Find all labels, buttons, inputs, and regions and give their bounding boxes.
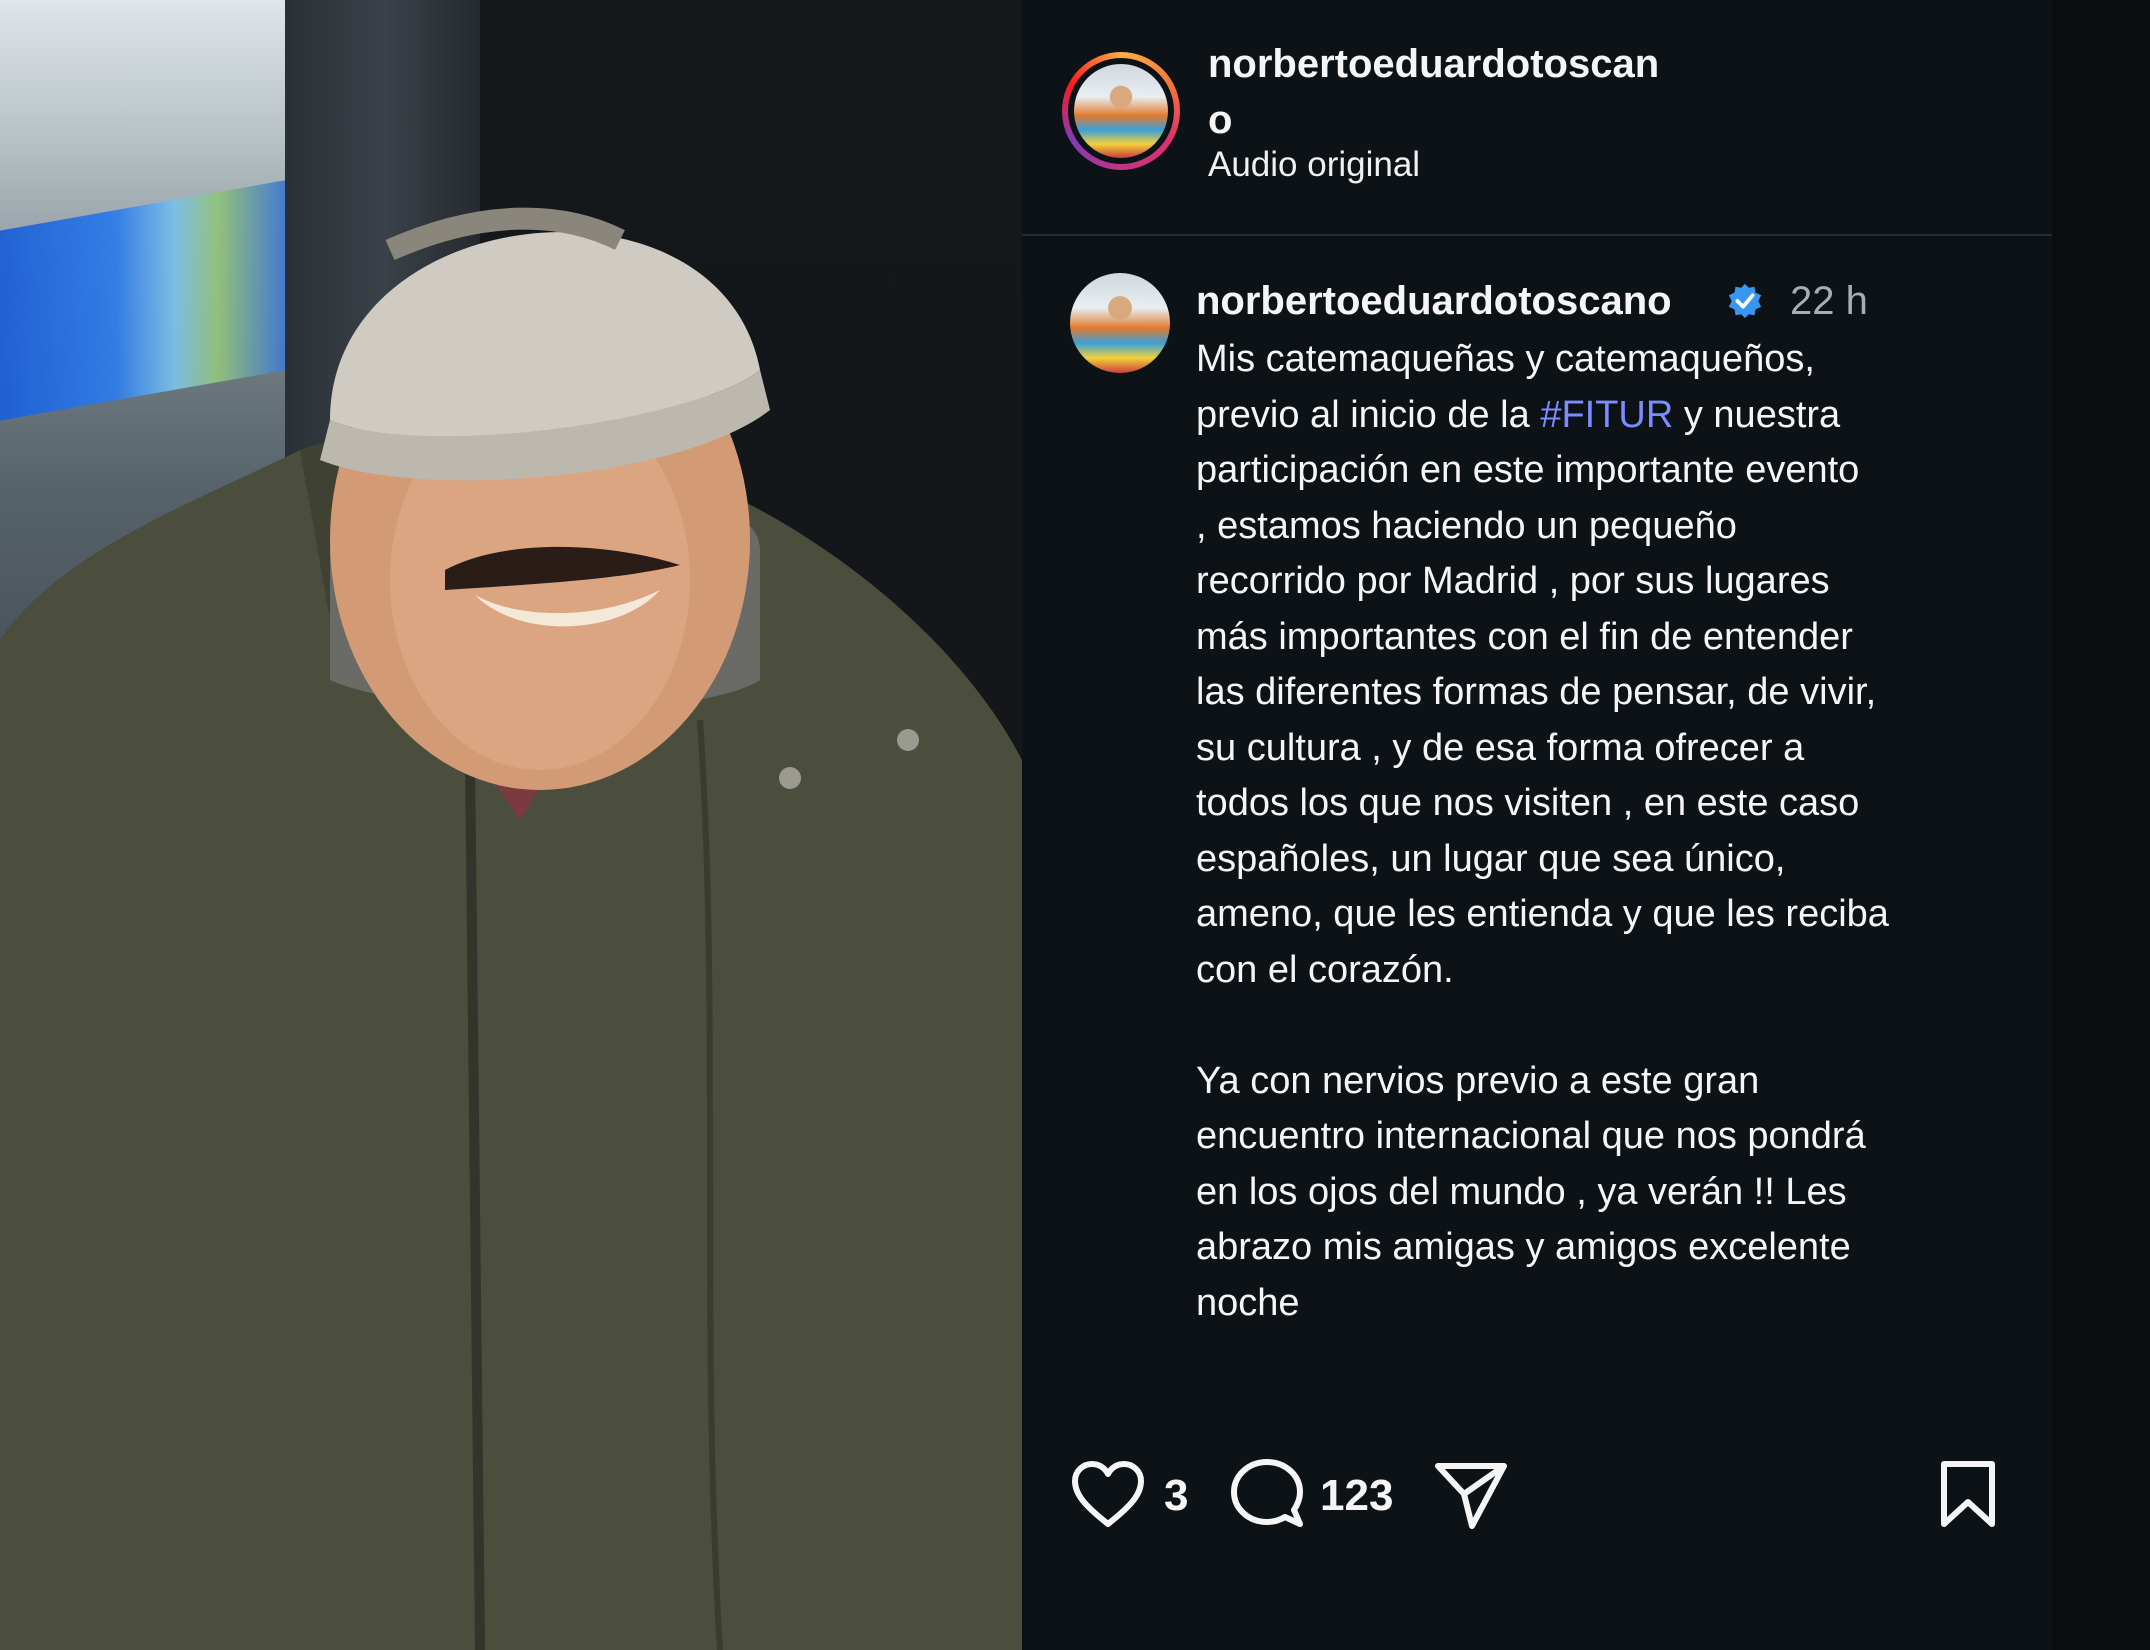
post-time: 22 h xyxy=(1790,279,1868,323)
hashtag-link[interactable]: #FITUR xyxy=(1540,394,1673,436)
comment-count[interactable]: 123 xyxy=(1320,1466,1393,1526)
share-icon[interactable] xyxy=(1434,1460,1508,1530)
comment-icon[interactable] xyxy=(1230,1458,1304,1532)
page-edge xyxy=(2052,0,2150,1650)
reel-video[interactable] xyxy=(0,0,1022,1650)
header-username[interactable]: norbertoeduardotoscan o xyxy=(1208,36,1728,148)
heart-icon[interactable] xyxy=(1070,1460,1146,1530)
avatar xyxy=(1074,64,1168,158)
caption-username[interactable]: norbertoeduardotoscano xyxy=(1196,276,1672,326)
caption-text: Mis catemaqueñas y catemaqueños, previo … xyxy=(1196,338,1889,1324)
divider xyxy=(1022,234,2052,236)
profile-avatar-story-ring[interactable] xyxy=(1062,52,1180,170)
like-count[interactable]: 3 xyxy=(1164,1466,1188,1526)
audio-original-link[interactable]: Audio original xyxy=(1208,143,1420,187)
verified-badge-icon xyxy=(1728,283,1762,319)
person-photo xyxy=(0,207,1022,1650)
caption-avatar[interactable] xyxy=(1070,273,1170,373)
bookmark-icon[interactable] xyxy=(1938,1460,1998,1530)
